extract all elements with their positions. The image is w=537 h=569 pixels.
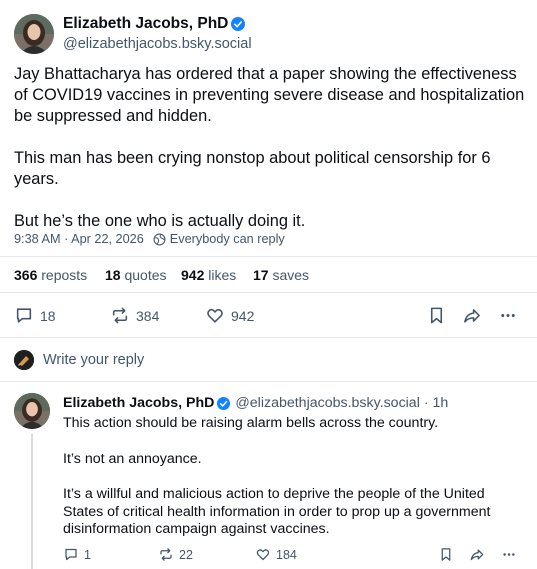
post-paragraph: But he’s the one who is actually doing i… — [14, 212, 306, 230]
repost-icon — [160, 548, 172, 561]
like-icon — [207, 308, 223, 323]
likes-label: likes — [208, 267, 237, 283]
verified-badge-icon — [231, 17, 246, 31]
reply-bookmark-button[interactable] — [439, 547, 453, 562]
reply-composer-input[interactable]: Write your reply — [43, 352, 144, 368]
reply-author-name[interactable]: Elizabeth Jacobs, PhD — [63, 395, 214, 411]
reply-reply-button[interactable]: 1 — [63, 547, 91, 562]
divider — [0, 256, 537, 257]
avatar-image — [14, 14, 54, 54]
author-handle[interactable]: @elizabethjacobs.bsky.social — [63, 36, 252, 52]
bookmark-icon — [430, 307, 443, 324]
reposts-stat[interactable]: 366 reposts — [14, 267, 87, 283]
likes-count: 942 — [181, 267, 205, 283]
repost-icon — [112, 307, 128, 324]
more-options-button[interactable] — [499, 306, 517, 325]
share-icon — [464, 309, 480, 323]
repost-count: 384 — [136, 307, 160, 324]
post-body: Jay Bhattacharya has ordered that a pape… — [14, 64, 529, 232]
thread-line — [31, 434, 33, 569]
divider — [0, 292, 537, 293]
reply-age[interactable]: · 1h — [424, 395, 448, 411]
divider — [0, 381, 537, 382]
reply-paragraph: It’s a willful and malicious action to d… — [63, 486, 491, 537]
reply-repost-count: 22 — [179, 547, 193, 562]
reply-icon — [65, 548, 77, 561]
reply-paragraph: This action should be raising alarm bell… — [63, 415, 439, 431]
author-name[interactable]: Elizabeth Jacobs, PhD — [63, 15, 228, 33]
saves-label: saves — [272, 267, 310, 283]
author-avatar[interactable] — [14, 14, 54, 54]
repost-button[interactable]: 384 — [110, 306, 159, 325]
like-count: 942 — [231, 307, 255, 324]
saves-stat[interactable]: 17 saves — [253, 267, 309, 283]
avatar-image — [14, 393, 50, 429]
post-paragraph: Jay Bhattacharya has ordered that a pape… — [14, 65, 525, 125]
like-icon — [256, 549, 270, 561]
post-timestamp[interactable]: 9:38 AM · Apr 22, 2026 — [14, 232, 144, 246]
reply-author-handle[interactable]: @elizabethjacobs.bsky.social — [235, 395, 419, 411]
reply-repost-button[interactable]: 22 — [158, 547, 193, 562]
current-user-avatar — [14, 350, 34, 370]
quotes-stat[interactable]: 18 quotes — [105, 267, 167, 283]
reposts-count: 366 — [14, 267, 38, 283]
current-user-avatar-image — [14, 350, 34, 370]
reply-count: 18 — [40, 307, 56, 324]
quotes-count: 18 — [105, 267, 121, 283]
share-button[interactable] — [462, 306, 482, 325]
more-icon — [503, 553, 515, 556]
like-button[interactable]: 942 — [205, 306, 254, 325]
divider — [0, 337, 537, 338]
share-icon — [470, 549, 484, 561]
post-paragraph: This man has been crying nonstop about p… — [14, 149, 491, 188]
more-icon — [501, 314, 515, 317]
reply-more-options-button[interactable] — [501, 547, 517, 562]
globe-icon — [153, 233, 166, 245]
reply-button[interactable]: 18 — [14, 306, 56, 325]
reply-body: This action should be raising alarm bell… — [63, 415, 525, 539]
quotes-label: quotes — [124, 267, 167, 283]
reply-author-avatar[interactable] — [14, 393, 50, 429]
reply-setting[interactable]: Everybody can reply — [170, 232, 285, 246]
likes-stat[interactable]: 942 likes — [181, 267, 236, 283]
reply-reply-count: 1 — [84, 547, 91, 562]
reply-like-count: 184 — [276, 547, 297, 562]
saves-count: 17 — [253, 267, 269, 283]
reposts-label: reposts — [41, 267, 88, 283]
verified-badge-icon — [217, 396, 231, 410]
bookmark-icon — [441, 548, 451, 561]
reply-icon — [16, 308, 32, 323]
reply-paragraph: It’s not an annoyance. — [63, 450, 202, 467]
reply-like-button[interactable]: 184 — [255, 547, 297, 562]
bookmark-button[interactable] — [428, 306, 445, 325]
reply-share-button[interactable] — [469, 547, 485, 562]
post-meta: 9:38 AM · Apr 22, 2026 Everybody can rep… — [14, 232, 285, 246]
